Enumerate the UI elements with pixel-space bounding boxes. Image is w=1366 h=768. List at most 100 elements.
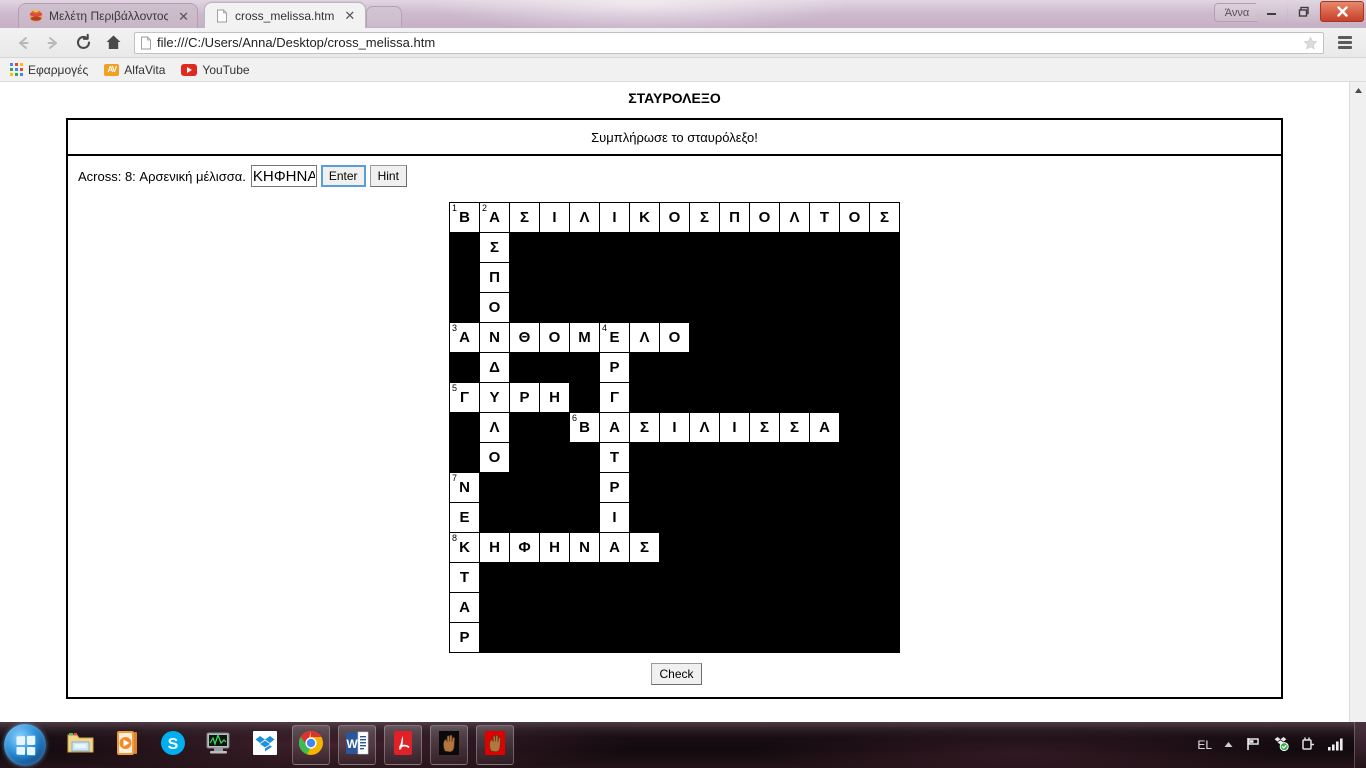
new-tab-button[interactable] (366, 6, 402, 27)
tab-close-icon[interactable]: ✕ (178, 10, 189, 23)
home-button[interactable] (98, 29, 128, 57)
crossword-cell[interactable]: Ρ (449, 622, 480, 653)
crossword-cell[interactable]: Α (449, 592, 480, 623)
bookmark-star-icon[interactable] (1303, 35, 1318, 56)
bookmark-youtube[interactable]: YouTube (181, 63, 250, 77)
hint-button[interactable]: Hint (369, 165, 407, 187)
forward-button[interactable] (38, 29, 68, 57)
crossword-cell[interactable]: Α (599, 532, 630, 563)
crossword-cell[interactable]: Λ (479, 412, 510, 443)
crossword-cell[interactable]: Τ (809, 202, 840, 233)
address-bar[interactable]: file:///C:/Users/Anna/Desktop/cross_meli… (134, 31, 1324, 56)
crossword-cell[interactable]: Δ (479, 352, 510, 383)
crossword-cell[interactable]: Θ (509, 322, 540, 353)
crossword-cell[interactable]: Τ (449, 562, 480, 593)
tab-close-icon[interactable]: ✕ (344, 9, 355, 22)
crossword-cell[interactable]: Ρ (599, 472, 630, 503)
taskbar-item-media-player[interactable] (108, 725, 146, 765)
crossword-cell[interactable]: Ε (449, 502, 480, 533)
crossword-cell[interactable]: Λ (779, 202, 810, 233)
user-profile-button[interactable]: Άννα (1214, 3, 1260, 22)
crossword-cell[interactable]: Ο (839, 202, 870, 233)
taskbar-item-explorer[interactable] (62, 725, 100, 765)
crossword-cell[interactable]: Ι (659, 412, 690, 443)
signal-bars-icon[interactable] (1327, 737, 1344, 754)
crossword-cell[interactable]: Λ (569, 202, 600, 233)
show-desktop-button[interactable] (1354, 722, 1366, 768)
crossword-cell[interactable]: Ι (539, 202, 570, 233)
crossword-cell[interactable]: Ο (659, 322, 690, 353)
crossword-cell[interactable]: Σ (749, 412, 780, 443)
close-button[interactable] (1320, 1, 1364, 22)
windows-start-orb[interactable] (4, 724, 46, 766)
crossword-cell[interactable]: Λ (689, 412, 720, 443)
crossword-cell[interactable]: Η (539, 532, 570, 563)
crossword-cell[interactable]: Ν (479, 322, 510, 353)
crossword-cell[interactable]: 8Κ (449, 532, 480, 563)
restore-button[interactable] (1288, 1, 1319, 22)
tab-cross-melissa[interactable]: cross_melissa.htm ✕ (204, 2, 366, 28)
hamburger-menu-icon[interactable] (1332, 30, 1358, 56)
crossword-cell[interactable]: Ο (479, 292, 510, 323)
crossword-cell[interactable]: Φ (509, 532, 540, 563)
crossword-cell[interactable]: Ο (749, 202, 780, 233)
crossword-cell[interactable]: Ο (479, 442, 510, 473)
crossword-cell[interactable]: Ο (539, 322, 570, 353)
page-scrollbar[interactable] (1349, 82, 1366, 722)
crossword-cell[interactable]: Ρ (509, 382, 540, 413)
crossword-cell[interactable]: Σ (479, 232, 510, 263)
crossword-cell[interactable]: Σ (509, 202, 540, 233)
scroll-up-arrow-icon[interactable] (1350, 82, 1366, 99)
crossword-cell[interactable]: Τ (599, 442, 630, 473)
crossword-cell[interactable]: Α (599, 412, 630, 443)
crossword-cell[interactable]: Σ (629, 412, 660, 443)
taskbar-item-hand-app-red[interactable] (476, 725, 514, 765)
dropbox-sync-icon[interactable] (1272, 735, 1289, 755)
crossword-cell[interactable]: 6Β (569, 412, 600, 443)
taskbar-item-word[interactable]: W (338, 725, 376, 765)
minimize-button[interactable] (1256, 1, 1287, 22)
taskbar-item-task-manager[interactable] (200, 725, 238, 765)
crossword-cell[interactable]: Η (479, 532, 510, 563)
crossword-cell[interactable]: Ι (719, 412, 750, 443)
crossword-cell[interactable]: 5Γ (449, 382, 480, 413)
taskbar-item-skype[interactable]: S (154, 725, 192, 765)
crossword-cell[interactable]: Ο (659, 202, 690, 233)
flag-icon[interactable] (1245, 736, 1261, 755)
taskbar-item-chrome[interactable] (292, 725, 330, 765)
enter-button[interactable]: Enter (320, 165, 366, 187)
crossword-cell[interactable]: Ι (599, 202, 630, 233)
bookmark-alfavita[interactable]: AV AlfaVita (104, 63, 165, 77)
language-indicator[interactable]: EL (1197, 738, 1212, 752)
crossword-cell[interactable]: 4Ε (599, 322, 630, 353)
crossword-cell[interactable]: 7Ν (449, 472, 480, 503)
crossword-cell[interactable]: Π (479, 262, 510, 293)
crossword-cell[interactable]: Λ (629, 322, 660, 353)
show-hidden-icons-arrow[interactable] (1223, 738, 1234, 752)
taskbar-item-dropbox[interactable] (246, 725, 284, 765)
reload-button[interactable] (68, 29, 98, 57)
crossword-cell[interactable]: Σ (629, 532, 660, 563)
crossword-cell[interactable]: 2Α (479, 202, 510, 233)
tab-melety-perivallontos[interactable]: Μελέτη Περιβάλλοντος Δ ✕ (18, 3, 198, 28)
crossword-cell[interactable]: Ν (569, 532, 600, 563)
crossword-cell[interactable]: Μ (569, 322, 600, 353)
back-button[interactable] (8, 29, 38, 57)
crossword-cell[interactable]: Υ (479, 382, 510, 413)
crossword-cell[interactable]: Ι (599, 502, 630, 533)
crossword-cell[interactable]: Σ (869, 202, 900, 233)
taskbar-item-hand-app-dark[interactable] (430, 725, 468, 765)
crossword-cell[interactable]: Κ (629, 202, 660, 233)
crossword-cell[interactable]: Α (809, 412, 840, 443)
power-plug-icon[interactable] (1300, 736, 1316, 755)
crossword-cell[interactable]: 3Α (449, 322, 480, 353)
crossword-cell[interactable]: Ρ (599, 352, 630, 383)
crossword-cell[interactable]: 1Β (449, 202, 480, 233)
answer-input[interactable] (250, 165, 317, 187)
crossword-cell[interactable]: Σ (779, 412, 810, 443)
crossword-cell[interactable]: Σ (689, 202, 720, 233)
crossword-cell[interactable]: Γ (599, 382, 630, 413)
crossword-cell[interactable]: Η (539, 382, 570, 413)
taskbar-item-acrobat[interactable] (384, 725, 422, 765)
crossword-cell[interactable]: Π (719, 202, 750, 233)
